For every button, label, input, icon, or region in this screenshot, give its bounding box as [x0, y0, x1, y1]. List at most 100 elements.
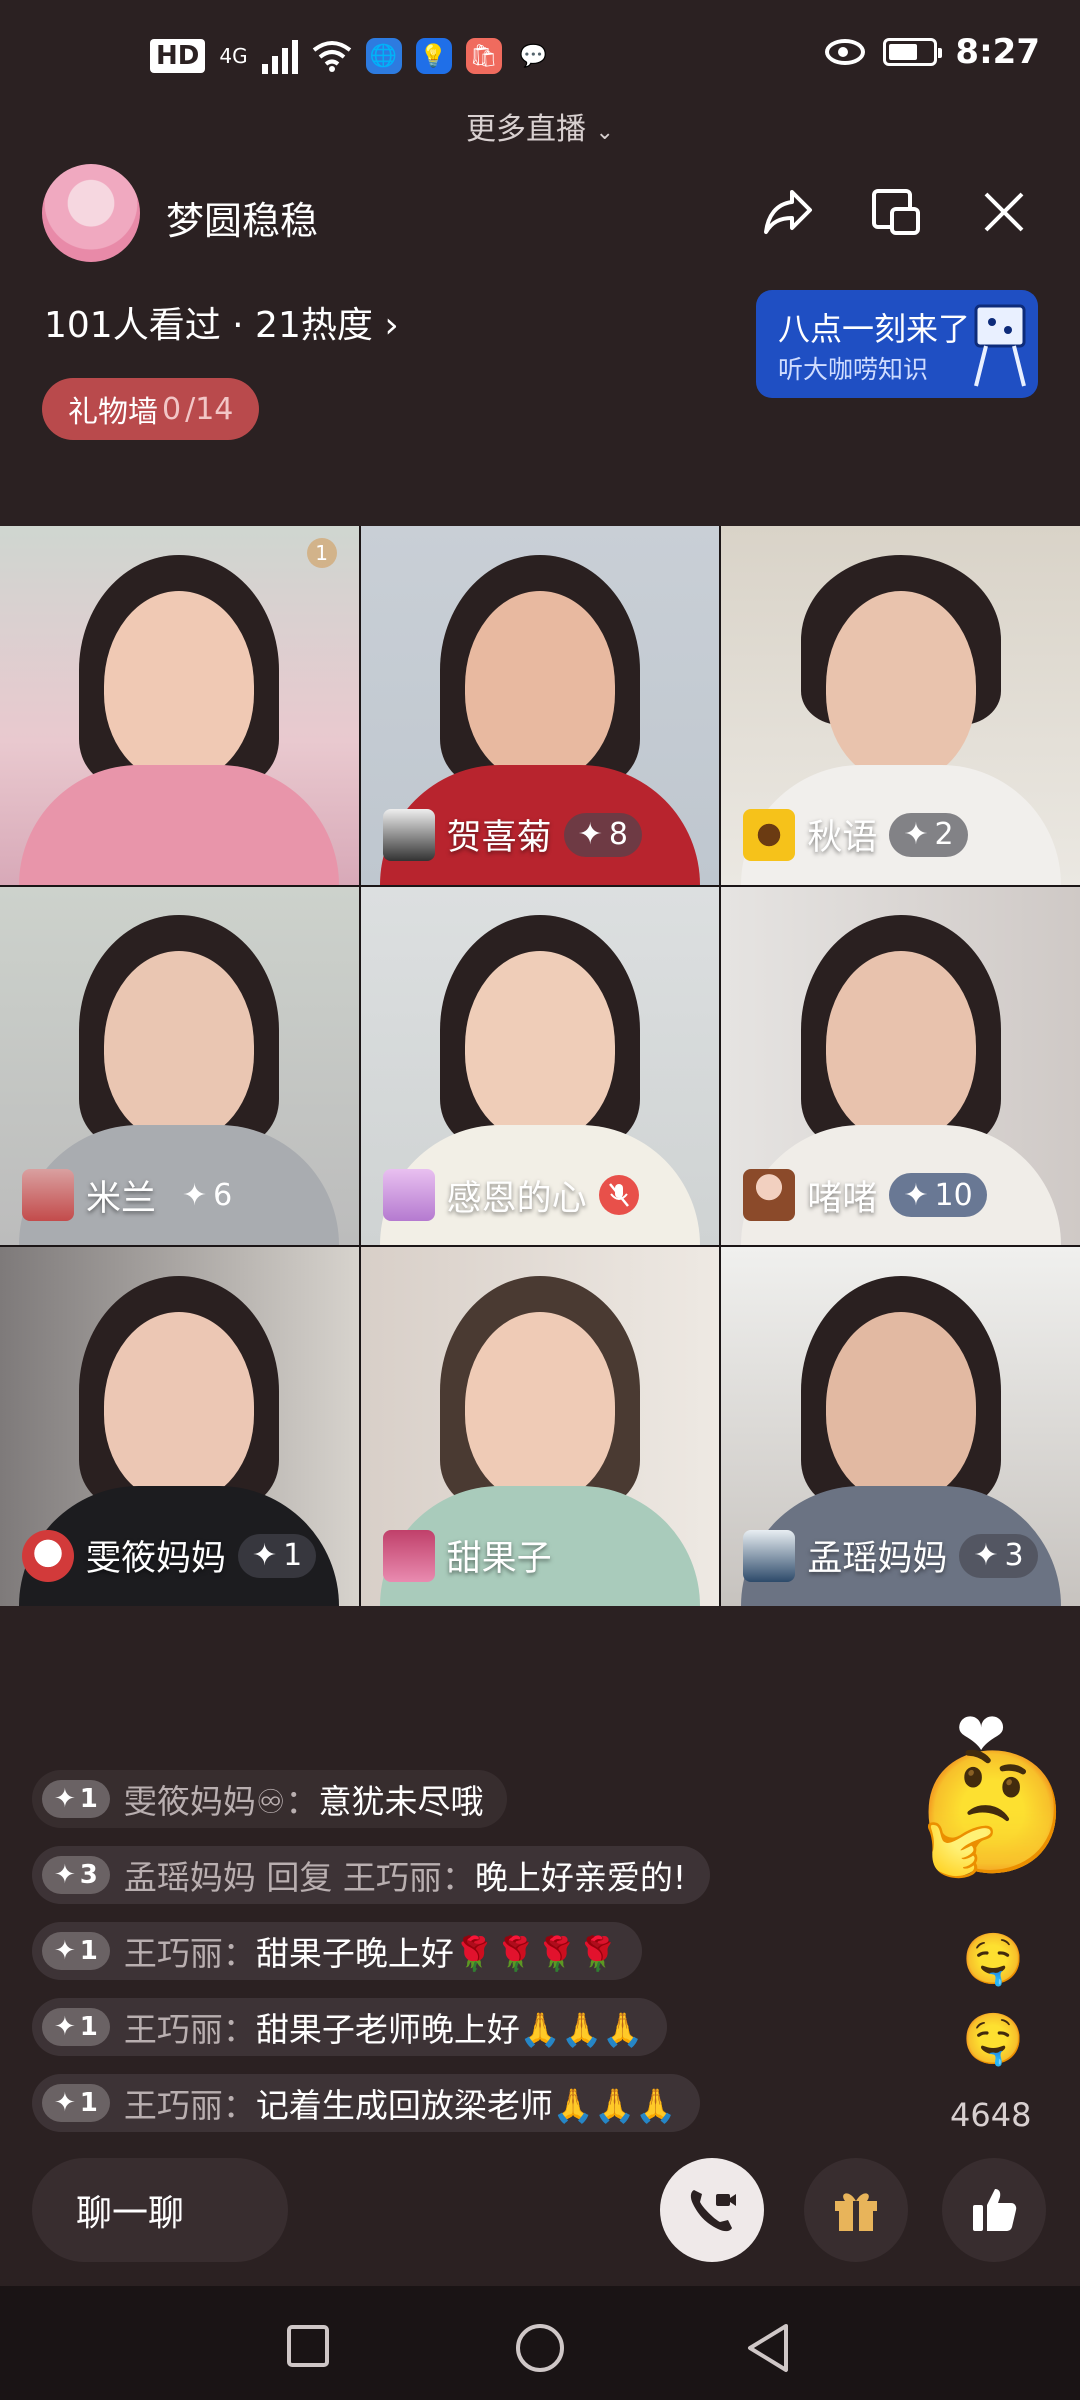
participant-badge-count: 8	[608, 817, 628, 853]
mic-off-icon	[598, 1175, 639, 1216]
participant-avatar	[743, 1529, 796, 1582]
sparkle-icon: ✦	[903, 817, 929, 853]
minimize-window-icon[interactable]	[866, 182, 926, 242]
participant-face	[825, 951, 976, 1142]
video-tile[interactable]: 甜果子	[360, 1247, 720, 1606]
participant-avatar	[382, 1529, 435, 1582]
like-button[interactable]	[942, 2158, 1046, 2262]
rank-badge: 1	[306, 538, 337, 568]
share-icon[interactable]	[758, 182, 818, 242]
video-tile[interactable]: 雯筱妈妈 ✦ 1	[0, 1247, 359, 1606]
user-level-badge: ✦ 1	[42, 1780, 110, 1818]
chat-text: 甜果子老师晚上好🙏🙏🙏	[255, 2010, 644, 2049]
chevron-down-icon: ⌄	[595, 120, 614, 145]
participant-nameplate: 米兰 ✦ 6	[22, 1169, 246, 1222]
user-level: 3	[79, 1860, 98, 1890]
recent-apps-icon[interactable]	[286, 2324, 330, 2368]
participant-face	[464, 1311, 615, 1502]
status-right: 8:27	[825, 32, 1040, 72]
clock: 8:27	[955, 32, 1040, 72]
chat-bubble-icon: 💬	[519, 43, 548, 69]
shopping-app-icon: 🛍	[465, 38, 502, 74]
chat-message[interactable]: ✦ 1 王巧丽： 记着生成回放梁老师🙏🙏🙏	[32, 2074, 701, 2132]
gift-wall-label: 礼物墙	[68, 395, 158, 430]
sparkle-icon: ✦	[54, 2012, 76, 2042]
chat-username[interactable]: 王巧丽：	[124, 1927, 256, 1975]
chat-input-placeholder: 聊一聊	[76, 2193, 185, 2234]
participant-nameplate: 感恩的心	[382, 1169, 639, 1222]
video-call-button[interactable]	[660, 2158, 764, 2262]
participant-nameplate: 甜果子	[382, 1529, 552, 1582]
participant-avatar	[382, 1169, 435, 1222]
host-name[interactable]: 梦圆稳稳	[166, 190, 318, 245]
participant-badge: ✦ 6	[168, 1173, 246, 1217]
status-left: HD 4G 🌐 💡 🛍 💬	[150, 38, 552, 74]
chevron-right-icon: ›	[384, 305, 399, 346]
chat-username[interactable]: 孟瑶妈妈 回复 王巧丽：	[124, 1851, 475, 1899]
signal-icon	[261, 38, 298, 74]
back-icon[interactable]	[744, 2322, 792, 2374]
video-tile[interactable]: 感恩的心	[360, 886, 720, 1246]
battery-level	[889, 44, 917, 60]
participant-face	[464, 590, 615, 781]
participant-name: 秋语	[807, 818, 878, 859]
chat-message[interactable]: ✦ 1 雯筱妈妈♾： 意犹未尽哦	[32, 1770, 508, 1828]
sparkle-icon: ✦	[182, 1177, 208, 1213]
participant-name: 孟瑶妈妈	[807, 1539, 948, 1580]
system-nav-bar	[0, 2286, 1080, 2400]
emoji-icon: 🤤	[962, 1930, 1025, 1988]
video-tile[interactable]: 1	[0, 526, 359, 885]
gift-wall-total: /14	[185, 391, 234, 427]
close-icon[interactable]	[974, 182, 1034, 242]
promo-subtitle: 听大咖唠知识	[778, 355, 929, 384]
gift-wall-button[interactable]: 礼物墙 0/14	[42, 378, 260, 440]
video-tile[interactable]: 米兰 ✦ 6	[0, 886, 359, 1246]
video-tile[interactable]: 秋语 ✦ 2	[721, 526, 1080, 885]
participant-name: 米兰	[86, 1178, 157, 1219]
participant-badge-count: 6	[213, 1177, 233, 1213]
chat-message[interactable]: ✦ 1 王巧丽： 甜果子晚上好🌹🌹🌹🌹	[32, 1922, 643, 1980]
participant-badge: ✦ 8	[563, 812, 642, 857]
sparkle-icon: ✦	[54, 1784, 76, 1814]
user-level: 1	[79, 1936, 98, 1966]
user-level: 1	[79, 2088, 98, 2118]
gift-icon	[835, 2193, 877, 2231]
chat-input[interactable]: 聊一聊	[32, 2158, 288, 2262]
home-icon[interactable]	[514, 2322, 566, 2374]
chat-username[interactable]: 王巧丽：	[124, 2003, 256, 2051]
participant-badge: ✦ 2	[889, 812, 968, 857]
sparkle-icon: ✦	[903, 1177, 929, 1213]
more-live-toggle[interactable]: 更多直播 ⌄	[0, 104, 1080, 148]
more-live-label: 更多直播	[466, 112, 586, 147]
sparkle-icon: ✦	[252, 1538, 278, 1574]
sparkle-icon: ✦	[54, 2088, 76, 2118]
chat-username[interactable]: 雯筱妈妈♾：	[124, 1775, 319, 1823]
user-level: 1	[79, 2012, 98, 2042]
user-level-badge: ✦ 1	[42, 2008, 110, 2046]
user-level: 1	[79, 1784, 98, 1814]
sparkle-icon: ✦	[54, 1936, 76, 1966]
phone-video-icon	[690, 2190, 736, 2232]
network-type: 4G	[219, 44, 248, 68]
viewer-stats[interactable]: 101人看过 · 21热度 ›	[44, 296, 399, 348]
video-tile[interactable]: 孟瑶妈妈 ✦ 3	[721, 1247, 1080, 1606]
host-avatar[interactable]	[42, 164, 140, 262]
participant-badge-count: 1	[283, 1538, 303, 1574]
bulb-app-icon: 💡	[415, 38, 452, 74]
user-level-badge: ✦ 3	[42, 1856, 110, 1894]
sparkle-icon: ✦	[577, 817, 603, 853]
easel-icon	[974, 304, 1026, 387]
participant-body	[19, 764, 340, 885]
participant-nameplate: 秋语 ✦ 2	[743, 808, 968, 861]
gift-button[interactable]	[804, 2158, 908, 2262]
video-tile[interactable]: 贺喜菊 ✦ 8	[360, 526, 720, 885]
emoji-icon: 🤤	[962, 2010, 1025, 2068]
video-tile[interactable]: 啫啫 ✦ 10	[721, 886, 1080, 1246]
chat-text: 意犹未尽哦	[318, 1782, 484, 1821]
promo-banner[interactable]: 八点一刻来了 听大咖唠知识	[756, 290, 1038, 398]
participant-face	[104, 1311, 255, 1502]
chat-message[interactable]: ✦ 3 孟瑶妈妈 回复 王巧丽： 晚上好亲爱的!	[32, 1846, 711, 1904]
chat-message[interactable]: ✦ 1 王巧丽： 甜果子老师晚上好🙏🙏🙏	[32, 1998, 668, 2056]
participant-avatar	[743, 1169, 796, 1222]
chat-username[interactable]: 王巧丽：	[124, 2079, 256, 2127]
